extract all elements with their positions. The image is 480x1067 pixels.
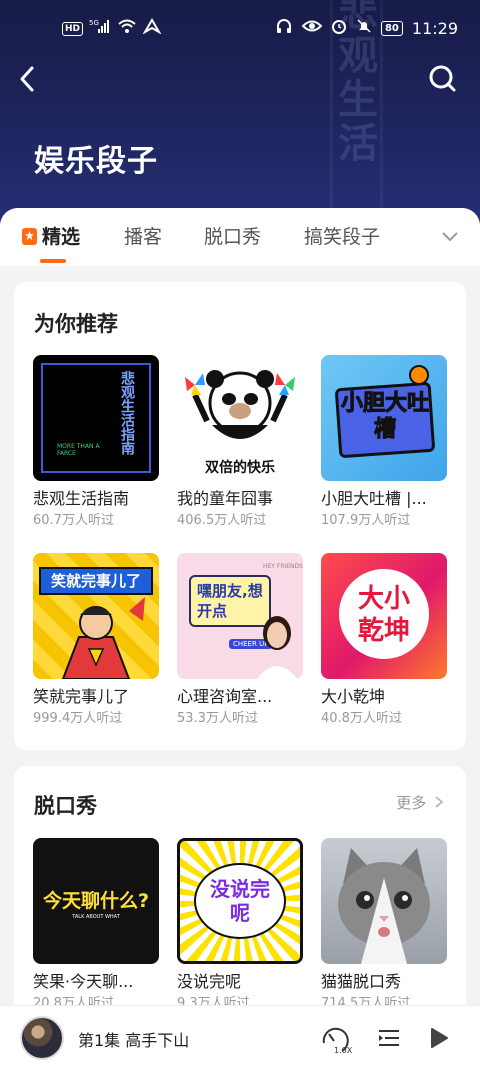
alarm-icon bbox=[331, 18, 347, 38]
list-item[interactable]: 大小乾坤 大小乾坤 40.8万人听过 bbox=[321, 553, 447, 727]
page-title: 娱乐段子 bbox=[34, 144, 158, 179]
cover-text: 今天聊什么? bbox=[42, 890, 150, 912]
svg-text:1.0X: 1.0X bbox=[334, 1046, 353, 1055]
tabs-expand-button[interactable] bbox=[440, 226, 460, 246]
more-label: 更多 bbox=[396, 794, 427, 812]
tab-featured[interactable]: 精选 bbox=[22, 224, 80, 252]
wifi-icon bbox=[117, 18, 137, 39]
item-title: 猫猫脱口秀 bbox=[321, 972, 402, 991]
cover-image: 大小乾坤 bbox=[321, 553, 447, 679]
speed-gauge-icon: 1.0X bbox=[322, 1027, 353, 1055]
search-button[interactable] bbox=[426, 62, 460, 96]
listen-count: 60.7万人听过 bbox=[33, 513, 114, 528]
cover-text: 小胆大吐槽 bbox=[340, 391, 429, 443]
cover-image: 悲观生活指南 MORE THAN A FARCE bbox=[33, 355, 159, 481]
cover-text: 悲观生活指南 bbox=[119, 371, 135, 455]
status-bar: HD 5G 80 11:29 bbox=[0, 0, 480, 58]
listen-count: 107.9万人听过 bbox=[321, 513, 411, 528]
item-title: 大小乾坤 bbox=[321, 687, 386, 706]
playback-speed-button[interactable]: 1.0X bbox=[320, 1023, 354, 1055]
tab-label: 精选 bbox=[42, 226, 81, 248]
tab-bar: 精选 播客 脱口秀 搞笑段子 bbox=[0, 208, 480, 266]
item-title: 笑就完事儿了 bbox=[33, 687, 130, 706]
list-item[interactable]: 今天聊什么? TALK ABOUT WHAT 笑果·今天聊... 20.8万人听… bbox=[33, 838, 159, 1012]
listen-count: 53.3万人听过 bbox=[177, 711, 258, 726]
cover-image: 小胆大吐槽 bbox=[321, 355, 447, 481]
battery-icon: 80 bbox=[380, 20, 403, 36]
status-time: 11:29 bbox=[411, 18, 458, 38]
cover-subtext: MORE THAN A FARCE bbox=[57, 443, 100, 457]
cover-subtext: TALK ABOUT WHAT bbox=[72, 914, 120, 920]
player-cover-thumbnail[interactable] bbox=[20, 1016, 64, 1060]
list-item[interactable]: 悲观生活指南 MORE THAN A FARCE 悲观生活指南 60.7万人听过 bbox=[33, 355, 159, 529]
item-title: 小胆大吐槽 |... bbox=[321, 489, 427, 508]
list-item[interactable]: HEY FRIENDS 嘿朋友,想开点 CHEER UP 心理咨询室... 53… bbox=[177, 553, 303, 727]
panda-meme-illustration: 双倍的快乐 bbox=[185, 370, 295, 476]
section-title: 为你推荐 bbox=[34, 312, 118, 336]
list-item[interactable]: 小胆大吐槽 小胆大吐槽 |... 107.9万人听过 bbox=[321, 355, 447, 529]
cover-image bbox=[321, 838, 447, 964]
chevron-left-icon bbox=[20, 66, 34, 92]
playlist-button[interactable] bbox=[377, 1026, 401, 1050]
cover-text: 大小乾坤 bbox=[357, 584, 410, 646]
cover-image: 笑就完事儿了 bbox=[33, 553, 159, 679]
list-item[interactable]: 没说完呢 没说完呢 9.3万人听过 bbox=[177, 838, 303, 1012]
cover-text: 没说完呢 bbox=[210, 877, 270, 925]
woman-portrait-illustration bbox=[257, 616, 297, 679]
more-button[interactable]: 更多 bbox=[396, 792, 444, 813]
item-title: 笑果·今天聊... bbox=[33, 972, 134, 991]
listen-count: 406.5万人听过 bbox=[177, 513, 267, 528]
cover-image: 双倍的快乐 bbox=[177, 355, 303, 481]
signal-5g-icon: 5G bbox=[89, 18, 111, 39]
tab-podcast[interactable]: 播客 bbox=[124, 224, 162, 252]
listen-count: 40.8万人听过 bbox=[321, 711, 402, 726]
tab-talkshow[interactable]: 脱口秀 bbox=[204, 224, 261, 252]
chevron-down-icon bbox=[442, 232, 458, 242]
item-title: 没说完呢 bbox=[177, 972, 242, 991]
list-item[interactable]: 猫猫脱口秀 714.5万人听过 bbox=[321, 838, 447, 1012]
chevron-right-icon bbox=[435, 796, 444, 808]
featured-star-icon bbox=[22, 228, 37, 245]
cat-photo-illustration bbox=[338, 848, 430, 964]
mute-bell-icon bbox=[356, 18, 372, 38]
cartoon-character-illustration bbox=[61, 597, 145, 679]
svg-text:5G: 5G bbox=[89, 19, 99, 27]
eye-icon bbox=[301, 18, 323, 38]
play-icon bbox=[431, 1028, 448, 1048]
location-icon bbox=[142, 18, 162, 39]
item-title: 心理咨询室... bbox=[177, 687, 273, 706]
tab-active-indicator bbox=[40, 259, 66, 263]
cover-image: HEY FRIENDS 嘿朋友,想开点 CHEER UP bbox=[177, 553, 303, 679]
list-item[interactable]: 笑就完事儿了 笑就完事儿了 999.4万人听过 bbox=[33, 553, 159, 727]
mini-player[interactable]: 第1集 高手下山 1.0X bbox=[0, 1005, 480, 1067]
cover-image: 没说完呢 bbox=[177, 838, 303, 964]
item-title: 悲观生活指南 bbox=[33, 489, 130, 508]
cover-text: 双倍的快乐 bbox=[205, 459, 275, 476]
section-title: 脱口秀 bbox=[34, 794, 97, 818]
playlist-icon bbox=[379, 1030, 399, 1046]
list-item[interactable]: 双倍的快乐 我的童年囧事 406.5万人听过 bbox=[177, 355, 303, 529]
tab-funny[interactable]: 搞笑段子 bbox=[304, 224, 380, 252]
play-button[interactable] bbox=[428, 1026, 450, 1050]
recommend-section: 为你推荐 悲观生活指南 MORE THAN A FARCE 悲观生活指南 60.… bbox=[14, 282, 466, 750]
player-episode-title: 第1集 高手下山 bbox=[78, 1031, 190, 1050]
cover-image: 今天聊什么? TALK ABOUT WHAT bbox=[33, 838, 159, 964]
headphones-icon bbox=[275, 18, 293, 38]
hd-icon: HD bbox=[62, 21, 84, 36]
talkshow-section: 脱口秀 更多 今天聊什么? TALK ABOUT WHAT 笑果·今天聊... … bbox=[14, 766, 466, 1016]
back-button[interactable] bbox=[14, 62, 42, 96]
item-title: 我的童年囧事 bbox=[177, 489, 274, 508]
search-icon bbox=[429, 65, 456, 92]
listen-count: 999.4万人听过 bbox=[33, 711, 123, 726]
